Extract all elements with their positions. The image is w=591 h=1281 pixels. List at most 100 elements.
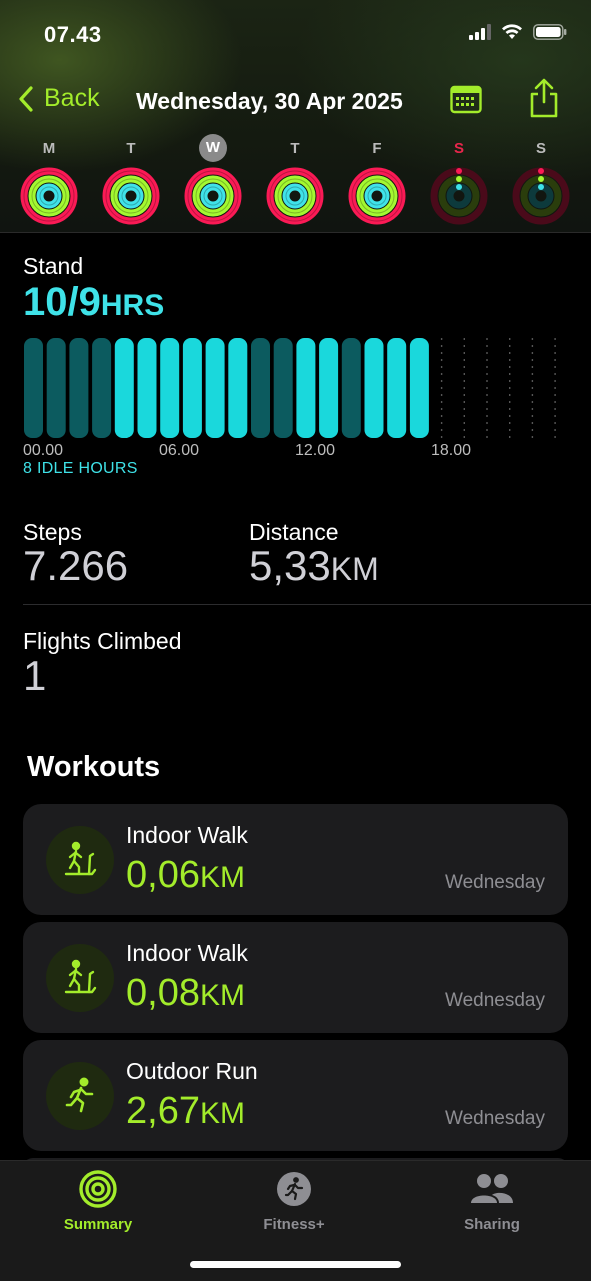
share-button[interactable] (528, 78, 560, 123)
divider (23, 604, 591, 605)
day-letter-text: T (126, 139, 136, 157)
workout-card[interactable]: Outdoor Run 2,67KM Wednesday (23, 1040, 568, 1151)
day-letter: M (18, 134, 80, 162)
activity-ring (102, 167, 160, 225)
status-time: 07.43 (44, 22, 102, 47)
stand-hour-bar-idle (69, 338, 89, 438)
status-icons (469, 24, 567, 40)
stand-hour-bar-active (387, 338, 407, 438)
day-letter: S (428, 134, 490, 162)
day-letter: T (100, 134, 162, 162)
workout-distance: 0,06KM (126, 854, 245, 897)
stand-value-unit: HRS (100, 289, 165, 322)
activity-ring (184, 167, 242, 225)
calendar-button[interactable] (450, 84, 482, 119)
wifi-icon (502, 24, 522, 39)
stand-tick-12: 12.00 (295, 442, 336, 459)
workout-day: Wednesday (445, 1108, 545, 1129)
workout-name: Indoor Walk (126, 822, 248, 848)
flights-value: 1 (23, 652, 47, 699)
activity-ring (20, 167, 78, 225)
activity-ring (430, 167, 488, 225)
workout-day: Wednesday (445, 990, 545, 1011)
stand-hour-bar-idle (341, 338, 361, 438)
chevron-left-icon (19, 85, 33, 112)
status-bar: 07.43 (0, 0, 591, 70)
back-label: Back (44, 84, 100, 112)
tab-fitness-plus[interactable]: Fitness+ (234, 1169, 354, 1233)
workout-distance-number: 0,08 (126, 972, 200, 1014)
stand-hour-bar-idle (273, 338, 293, 438)
distance-number: 5,33 (249, 542, 331, 589)
day-letter-text: S (535, 139, 546, 157)
stand-label: Stand (23, 253, 84, 279)
day-letter-text: W (199, 134, 227, 162)
stand-hour-bar-active (114, 338, 134, 438)
treadmill-walk-icon (64, 841, 97, 876)
day-2[interactable]: W (182, 134, 244, 226)
stand-value-number: 10/9 (23, 280, 101, 324)
stand-hour-bar-active (296, 338, 316, 438)
stand-hours-chart (24, 338, 556, 438)
workout-card[interactable]: Indoor Walk 0,08KM Wednesday (23, 922, 568, 1033)
stand-hour-bar-active (409, 338, 429, 438)
day-3[interactable]: T (264, 134, 326, 226)
stand-tick-00: 00.00 (23, 442, 64, 459)
day-letter: F (346, 134, 408, 162)
day-letter-text: S (453, 139, 464, 157)
workout-day: Wednesday (445, 872, 545, 893)
day-0[interactable]: M (18, 134, 80, 226)
tab-sharing[interactable]: Sharing (432, 1169, 552, 1233)
workout-name: Outdoor Run (126, 1058, 258, 1084)
tab-summary[interactable]: Summary (38, 1169, 158, 1233)
stand-tick-06: 06.00 (159, 442, 200, 459)
workout-name: Indoor Walk (126, 940, 248, 966)
week-strip: MTWTFSS (0, 134, 591, 230)
activity-ring (348, 167, 406, 225)
stand-hour-bar-idle (251, 338, 270, 438)
running-icon (65, 1077, 94, 1113)
tab-sharing-label: Sharing (464, 1216, 520, 1233)
workout-distance-unit: KM (199, 861, 245, 894)
day-5[interactable]: S (428, 134, 490, 226)
workout-icon-badge (46, 826, 114, 894)
cellular-signal-icon (469, 24, 491, 40)
activity-rings-icon (79, 1170, 117, 1208)
stand-hour-bar-active (364, 338, 384, 438)
stand-hour-bar-idle (92, 338, 112, 438)
workout-distance-number: 0,06 (126, 854, 200, 896)
stand-tick-18: 18.00 (431, 442, 472, 459)
distance-value: 5,33KM (249, 542, 379, 590)
day-4[interactable]: F (346, 134, 408, 226)
stand-hour-bar-active (137, 338, 157, 438)
day-letter-text: M (42, 139, 56, 157)
tab-fitness-plus-label: Fitness+ (263, 1216, 325, 1233)
workout-distance: 2,67KM (126, 1090, 245, 1133)
day-letter-text: T (290, 139, 300, 157)
stand-hour-bar-idle (46, 338, 66, 438)
workout-icon-badge (46, 944, 114, 1012)
workout-distance-unit: KM (199, 979, 245, 1012)
day-letter: W (182, 134, 244, 162)
workout-distance: 0,08KM (126, 972, 245, 1015)
activity-ring (266, 167, 324, 225)
day-6[interactable]: S (510, 134, 572, 226)
tab-summary-label: Summary (63, 1216, 133, 1233)
home-indicator (190, 1261, 401, 1268)
workout-card[interactable]: Indoor Walk 0,06KM Wednesday (23, 804, 568, 915)
steps-value: 7.266 (23, 542, 129, 589)
workout-distance-number: 2,67 (126, 1090, 200, 1132)
stand-hour-bar-active (160, 338, 180, 438)
people-icon (471, 1174, 513, 1203)
nav-bar: Back Wednesday, 30 Apr 2025 (0, 78, 591, 122)
share-icon (530, 78, 558, 118)
distance-unit: KM (330, 551, 379, 587)
workouts-title: Workouts (27, 751, 161, 783)
fitness-plus-icon (277, 1172, 311, 1206)
day-1[interactable]: T (100, 134, 162, 226)
workout-distance-unit: KM (199, 1097, 245, 1130)
day-letter-text: F (372, 139, 382, 157)
idle-hours: 8 IDLE HOURS (23, 460, 138, 477)
stand-value: 10/9HRS (23, 280, 164, 325)
back-button[interactable]: Back (18, 84, 100, 113)
